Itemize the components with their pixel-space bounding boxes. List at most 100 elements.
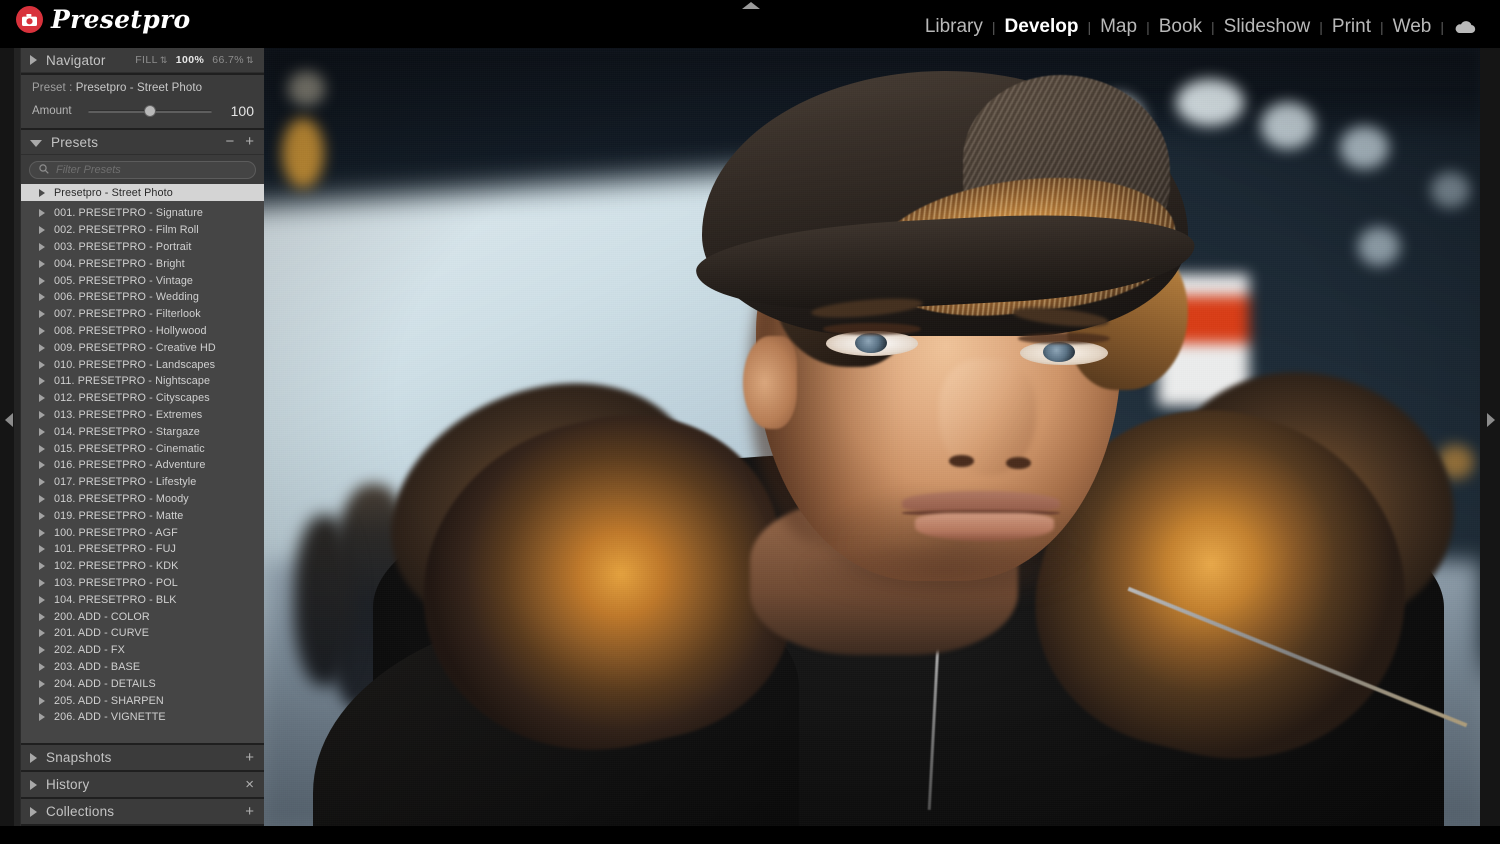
disclosure-triangle-icon[interactable] <box>30 779 37 790</box>
disclosure-triangle-icon[interactable] <box>39 646 45 655</box>
zoom-option-100[interactable]: 100% <box>176 54 204 66</box>
panel-header-history[interactable]: History × <box>21 772 264 797</box>
preset-list-item[interactable]: 015. PRESETPRO - Cinematic <box>21 440 264 457</box>
disclosure-triangle-icon[interactable] <box>39 360 45 369</box>
add-preset-button[interactable]: + <box>245 134 254 149</box>
preset-list-item[interactable]: 009. PRESETPRO - Creative HD <box>21 339 264 356</box>
right-panel-collapse-arrow-icon[interactable] <box>1487 413 1495 427</box>
navigator-panel-header[interactable]: Navigator FILL ⇅ 100% 66.7% ⇅ <box>21 48 264 73</box>
preset-group-selected[interactable]: Presetpro - Street Photo <box>21 184 264 201</box>
disclosure-triangle-icon[interactable] <box>39 528 45 537</box>
zoom-option-fill[interactable]: FILL ⇅ <box>135 54 168 66</box>
remove-preset-button[interactable]: − <box>225 134 234 149</box>
disclosure-triangle-icon[interactable] <box>39 478 45 487</box>
disclosure-triangle-icon[interactable] <box>39 310 45 319</box>
disclosure-triangle-icon[interactable] <box>39 188 45 197</box>
preset-list-item[interactable]: 206. ADD - VIGNETTE <box>21 709 264 726</box>
preset-list-item[interactable]: 018. PRESETPRO - Moody <box>21 491 264 508</box>
stepper-icon[interactable]: ⇅ <box>246 56 254 65</box>
disclosure-triangle-icon[interactable] <box>39 629 45 638</box>
preset-list-item[interactable]: 003. PRESETPRO - Portrait <box>21 239 264 256</box>
disclosure-triangle-icon[interactable] <box>39 394 45 403</box>
disclosure-triangle-icon[interactable] <box>39 461 45 470</box>
disclosure-triangle-icon[interactable] <box>39 410 45 419</box>
module-develop[interactable]: Develop <box>996 16 1088 38</box>
preset-list-item[interactable]: 103. PRESETPRO - POL <box>21 575 264 592</box>
disclosure-triangle-icon[interactable] <box>39 578 45 587</box>
preset-list-item[interactable]: 012. PRESETPRO - Cityscapes <box>21 390 264 407</box>
preset-list-item[interactable]: 011. PRESETPRO - Nightscape <box>21 373 264 390</box>
disclosure-triangle-icon[interactable] <box>39 293 45 302</box>
preset-list-item[interactable]: 014. PRESETPRO - Stargaze <box>21 423 264 440</box>
preset-list-item[interactable]: 202. ADD - FX <box>21 642 264 659</box>
preset-list-item[interactable]: 200. ADD - COLOR <box>21 608 264 625</box>
preset-list-item[interactable]: 016. PRESETPRO - Adventure <box>21 457 264 474</box>
preset-list-item[interactable]: 204. ADD - DETAILS <box>21 675 264 692</box>
preset-list-item[interactable]: 001. PRESETPRO - Signature <box>21 205 264 222</box>
disclosure-triangle-icon[interactable] <box>39 226 45 235</box>
clear-icon[interactable]: × <box>245 777 254 792</box>
preset-list-item[interactable]: 104. PRESETPRO - BLK <box>21 591 264 608</box>
preset-list-item[interactable]: 004. PRESETPRO - Bright <box>21 255 264 272</box>
preset-list-item[interactable]: 203. ADD - BASE <box>21 659 264 676</box>
module-slideshow[interactable]: Slideshow <box>1215 16 1320 38</box>
disclosure-triangle-icon[interactable] <box>39 595 45 604</box>
disclosure-triangle-icon[interactable] <box>39 276 45 285</box>
disclosure-triangle-icon[interactable] <box>39 494 45 503</box>
disclosure-triangle-icon[interactable] <box>39 562 45 571</box>
disclosure-triangle-icon[interactable] <box>39 209 45 218</box>
disclosure-triangle-icon[interactable] <box>39 511 45 520</box>
preset-list-item[interactable]: 201. ADD - CURVE <box>21 625 264 642</box>
disclosure-triangle-icon[interactable] <box>39 242 45 251</box>
presets-panel-header[interactable]: Presets − + <box>21 130 264 155</box>
preset-list-item[interactable]: 006. PRESETPRO - Wedding <box>21 289 264 306</box>
disclosure-triangle-icon[interactable] <box>30 752 37 763</box>
disclosure-triangle-icon[interactable] <box>39 343 45 352</box>
disclosure-triangle-icon[interactable] <box>30 806 37 817</box>
panel-header-snapshots[interactable]: Snapshots + <box>21 745 264 770</box>
disclosure-triangle-icon[interactable] <box>39 326 45 335</box>
disclosure-triangle-icon[interactable] <box>39 679 45 688</box>
plus-icon[interactable]: + <box>245 804 254 819</box>
photo-preview-area[interactable] <box>264 48 1480 826</box>
preset-list-item[interactable]: 008. PRESETPRO - Hollywood <box>21 323 264 340</box>
preset-list-item[interactable]: 019. PRESETPRO - Matte <box>21 507 264 524</box>
module-map[interactable]: Map <box>1091 16 1146 38</box>
preset-list-item[interactable]: 102. PRESETPRO - KDK <box>21 558 264 575</box>
disclosure-triangle-icon[interactable] <box>39 545 45 554</box>
disclosure-triangle-icon[interactable] <box>39 377 45 386</box>
module-web[interactable]: Web <box>1384 16 1441 38</box>
slider-knob[interactable] <box>144 105 156 117</box>
zoom-option-667[interactable]: 66.7% ⇅ <box>212 54 254 66</box>
disclosure-triangle-icon[interactable] <box>39 713 45 722</box>
stepper-icon[interactable]: ⇅ <box>160 56 168 65</box>
disclosure-triangle-icon[interactable] <box>39 427 45 436</box>
module-library[interactable]: Library <box>916 16 992 38</box>
preset-list-item[interactable]: 100. PRESETPRO - AGF <box>21 524 264 541</box>
top-panel-collapse-arrow-icon[interactable] <box>742 2 760 9</box>
module-book[interactable]: Book <box>1150 16 1211 38</box>
amount-slider[interactable] <box>88 105 212 117</box>
disclosure-triangle-icon[interactable] <box>39 444 45 453</box>
disclosure-triangle-icon[interactable] <box>39 612 45 621</box>
disclosure-triangle-icon[interactable] <box>39 662 45 671</box>
preset-list-item[interactable]: 010. PRESETPRO - Landscapes <box>21 356 264 373</box>
cloud-icon[interactable] <box>1444 20 1482 34</box>
preset-list-item[interactable]: 007. PRESETPRO - Filterlook <box>21 306 264 323</box>
preset-list-item[interactable]: 017. PRESETPRO - Lifestyle <box>21 474 264 491</box>
preset-list-item[interactable]: 205. ADD - SHARPEN <box>21 692 264 709</box>
disclosure-triangle-icon[interactable] <box>39 696 45 705</box>
preset-list-item[interactable]: 013. PRESETPRO - Extremes <box>21 407 264 424</box>
preset-list-item[interactable]: 101. PRESETPRO - FUJ <box>21 541 264 558</box>
panel-header-collections[interactable]: Collections + <box>21 799 264 824</box>
preset-list[interactable]: Presetpro - Street Photo 001. PRESETPRO -… <box>21 184 264 743</box>
disclosure-triangle-down-icon[interactable] <box>30 139 42 147</box>
search-input[interactable]: Filter Presets <box>29 161 256 179</box>
left-panel-collapse-arrow-icon[interactable] <box>5 413 13 427</box>
module-print[interactable]: Print <box>1323 16 1380 38</box>
disclosure-triangle-icon[interactable] <box>39 259 45 268</box>
plus-icon[interactable]: + <box>245 750 254 765</box>
amount-value[interactable]: 100 <box>220 103 254 119</box>
preset-list-item[interactable]: 002. PRESETPRO - Film Roll <box>21 222 264 239</box>
preset-list-item[interactable]: 005. PRESETPRO - Vintage <box>21 272 264 289</box>
